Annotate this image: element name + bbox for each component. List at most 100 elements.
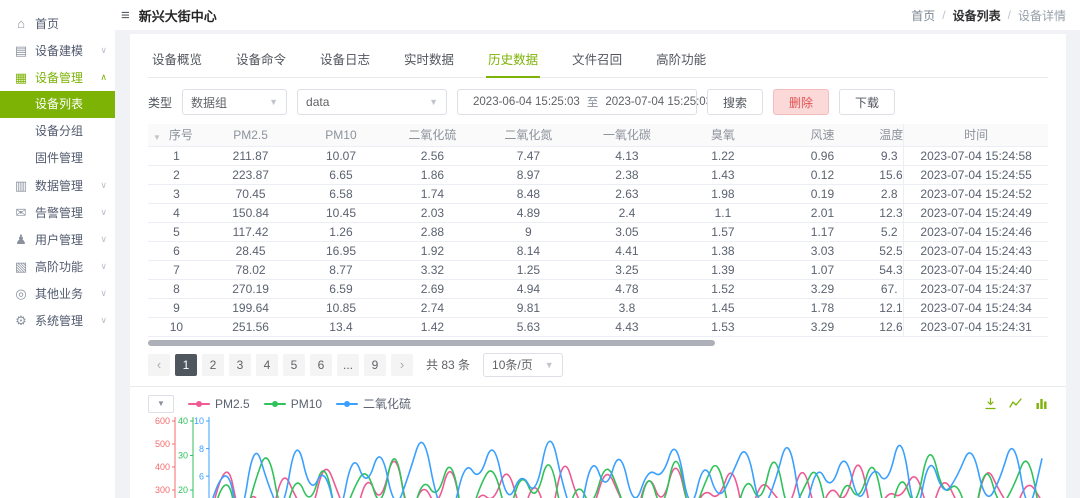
table-cell: 4.43 xyxy=(578,317,677,336)
page-button[interactable]: 1 xyxy=(175,354,197,376)
chart-actions xyxy=(984,397,1048,410)
chart-download-icon[interactable] xyxy=(984,397,997,410)
axis-tick-label: 400 xyxy=(155,462,170,472)
prev-page-button[interactable]: ‹ xyxy=(148,354,170,376)
table-cell: 16.95 xyxy=(296,241,385,260)
table-row[interactable]: 1211.8710.072.567.474.131.220.969.32023-… xyxy=(148,146,1048,165)
legend-item[interactable]: PM10 xyxy=(264,395,322,412)
table-row[interactable]: 4150.8410.452.034.892.41.12.0112.32023-0… xyxy=(148,203,1048,222)
search-button[interactable]: 搜索 xyxy=(707,89,763,115)
header-filter-caret-icon[interactable]: ▼ xyxy=(153,133,161,142)
tab[interactable]: 设备概览 xyxy=(150,42,204,77)
table-row[interactable]: 9199.6410.852.749.813.81.451.7812.12023-… xyxy=(148,298,1048,317)
table-row[interactable]: 370.456.581.748.482.631.980.192.82023-07… xyxy=(148,184,1048,203)
page-button[interactable]: 4 xyxy=(256,354,278,376)
tab[interactable]: 高阶功能 xyxy=(654,42,708,77)
breadcrumb-device-list[interactable]: 设备列表 xyxy=(953,7,1001,24)
tab[interactable]: 实时数据 xyxy=(402,42,456,77)
table-cell: 1.98 xyxy=(676,184,769,203)
page-button[interactable]: 2 xyxy=(202,354,224,376)
page-button[interactable]: 3 xyxy=(229,354,251,376)
sidebar-item[interactable]: ▧高阶功能∨ xyxy=(0,253,115,280)
table-cell: 2023-07-04 15:24:52 xyxy=(904,184,1048,203)
horizontal-scrollbar[interactable] xyxy=(148,340,715,346)
table-cell: 12.6 xyxy=(875,317,903,336)
table-cell: 9.81 xyxy=(479,298,578,317)
table-cell: 6 xyxy=(148,241,205,260)
table-cell: 9 xyxy=(479,222,578,241)
history-line-chart[interactable]: 60050040030020010004030201001086420 xyxy=(148,417,1048,498)
table-cell: 1.1 xyxy=(676,203,769,222)
sidebar-item[interactable]: ▦设备管理∧ xyxy=(0,64,115,91)
sidebar-item[interactable]: ⌂首页 xyxy=(0,10,115,37)
sidebar-item[interactable]: ⚙系统管理∨ xyxy=(0,307,115,334)
table-cell: 4.13 xyxy=(578,146,677,165)
table-cell: 3.25 xyxy=(578,260,677,279)
chart-area[interactable]: 60050040030020010004030201001086420 xyxy=(148,417,1048,498)
sidebar-subitem[interactable]: 设备列表 xyxy=(0,91,115,118)
table-cell: 2023-07-04 15:24:31 xyxy=(904,317,1048,336)
page-size-select[interactable]: 10条/页 ▼ xyxy=(483,353,563,377)
sidebar-item[interactable]: ▤设备建模∨ xyxy=(0,37,115,64)
delete-button[interactable]: 删除 xyxy=(773,89,829,115)
legend-item[interactable]: 二氧化硫 xyxy=(336,395,411,412)
line-chart-icon[interactable] xyxy=(1009,397,1023,410)
data-point-select[interactable]: data ▼ xyxy=(297,89,447,115)
date-end[interactable]: 2023-07-04 15:25:03 xyxy=(605,96,712,108)
column-header: ▼序号 xyxy=(148,124,205,146)
bar-chart-icon[interactable] xyxy=(1035,397,1048,410)
chart-toolbar: ▼ PM2.5 PM10 二氧化硫 xyxy=(148,395,1048,413)
page-button[interactable]: 6 xyxy=(310,354,332,376)
table-cell: 2023-07-04 15:24:55 xyxy=(904,165,1048,184)
data-group-select[interactable]: 数据组 ▼ xyxy=(182,89,287,115)
sidebar-subitem[interactable]: 固件管理 xyxy=(0,145,115,172)
data-point-select-value: data xyxy=(306,95,329,109)
sidebar-item[interactable]: ♟用户管理∨ xyxy=(0,226,115,253)
download-button[interactable]: 下载 xyxy=(839,89,895,115)
next-page-button[interactable]: › xyxy=(391,354,413,376)
sidebar-fold-icon[interactable]: ≡ xyxy=(121,8,130,23)
table-cell: 9.3 xyxy=(875,146,903,165)
table-row[interactable]: 778.028.773.321.253.251.391.0754.32023-0… xyxy=(148,260,1048,279)
sidebar-item[interactable]: ✉告警管理∨ xyxy=(0,199,115,226)
tab[interactable]: 文件召回 xyxy=(570,42,624,77)
table-row[interactable]: 628.4516.951.928.144.411.383.0352.52023-… xyxy=(148,241,1048,260)
home-icon: ⌂ xyxy=(14,16,28,31)
table-row[interactable]: 8270.196.592.694.944.781.523.2967.2023-0… xyxy=(148,279,1048,298)
chevron-down-icon: ∨ xyxy=(100,234,107,245)
page-ellipsis[interactable]: ... xyxy=(337,354,359,376)
tab[interactable]: 设备命令 xyxy=(234,42,288,77)
column-header: 二氧化硫 xyxy=(386,124,479,146)
page-button[interactable]: 5 xyxy=(283,354,305,376)
filter-row: 类型 数据组 ▼ data ▼ 2023-06-04 15:25:03 至 20… xyxy=(148,89,1048,115)
page-button[interactable]: 9 xyxy=(364,354,386,376)
sidebar-item[interactable]: ▥数据管理∨ xyxy=(0,172,115,199)
column-header: 一氧化碳 xyxy=(578,124,677,146)
breadcrumb-home[interactable]: 首页 xyxy=(911,7,935,24)
table-cell: 1.57 xyxy=(676,222,769,241)
chart-config-button[interactable]: ▼ xyxy=(148,395,174,413)
page-buttons: ‹123456...9› xyxy=(148,354,413,376)
sidebar-subitem[interactable]: 设备分组 xyxy=(0,118,115,145)
table-row[interactable]: 10251.5613.41.425.634.431.533.2912.62023… xyxy=(148,317,1048,336)
table-row[interactable]: 5117.421.262.8893.051.571.175.22023-07-0… xyxy=(148,222,1048,241)
table-cell: 4.41 xyxy=(578,241,677,260)
legend-marker xyxy=(264,400,286,408)
table-cell: 1 xyxy=(148,146,205,165)
table-cell: 10.45 xyxy=(296,203,385,222)
legend-item[interactable]: PM2.5 xyxy=(188,395,250,412)
date-range-picker[interactable]: 2023-06-04 15:25:03 至 2023-07-04 15:25:0… xyxy=(457,89,697,115)
table-cell: 2.4 xyxy=(578,203,677,222)
chevron-down-icon: ∨ xyxy=(100,288,107,299)
table-row[interactable]: 2223.876.651.868.972.381.430.1215.62023-… xyxy=(148,165,1048,184)
table-cell: 2023-07-04 15:24:43 xyxy=(904,241,1048,260)
date-start[interactable]: 2023-06-04 15:25:03 xyxy=(473,96,580,108)
tab[interactable]: 设备日志 xyxy=(318,42,372,77)
sidebar-item-label: 高阶功能 xyxy=(35,258,93,275)
tab[interactable]: 历史数据 xyxy=(486,42,540,78)
table-cell: 4.78 xyxy=(578,279,677,298)
table-cell: 15.6 xyxy=(875,165,903,184)
column-header: 温度 xyxy=(875,124,903,146)
table-cell: 1.86 xyxy=(386,165,479,184)
sidebar-item[interactable]: ◎其他业务∨ xyxy=(0,280,115,307)
